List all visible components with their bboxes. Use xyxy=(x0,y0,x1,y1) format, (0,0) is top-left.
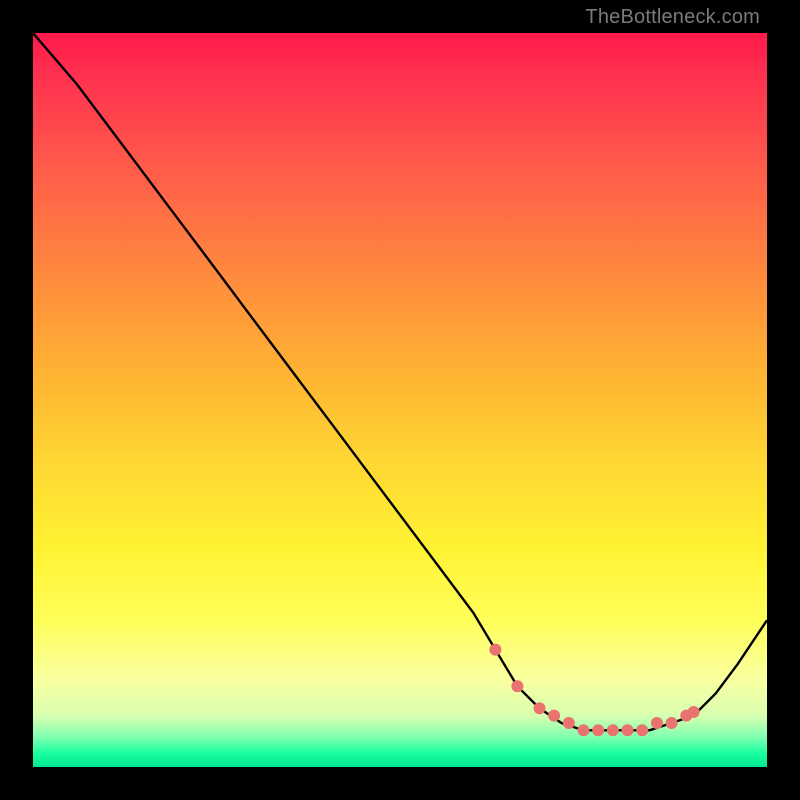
bottleneck-curve xyxy=(33,33,767,730)
curve-layer xyxy=(33,33,767,767)
curve-marker xyxy=(688,706,700,718)
chart-frame: TheBottleneck.com xyxy=(0,0,800,800)
curve-markers xyxy=(489,644,699,737)
curve-marker xyxy=(592,724,604,736)
curve-marker xyxy=(563,717,575,729)
curve-marker xyxy=(622,724,634,736)
curve-marker xyxy=(511,680,523,692)
curve-marker xyxy=(578,724,590,736)
curve-marker xyxy=(651,717,663,729)
plot-area xyxy=(33,33,767,767)
curve-marker xyxy=(666,717,678,729)
curve-marker xyxy=(636,724,648,736)
watermark-text: TheBottleneck.com xyxy=(585,6,760,29)
curve-marker xyxy=(534,702,546,714)
curve-marker xyxy=(548,710,560,722)
curve-marker xyxy=(489,644,501,656)
curve-marker xyxy=(607,724,619,736)
